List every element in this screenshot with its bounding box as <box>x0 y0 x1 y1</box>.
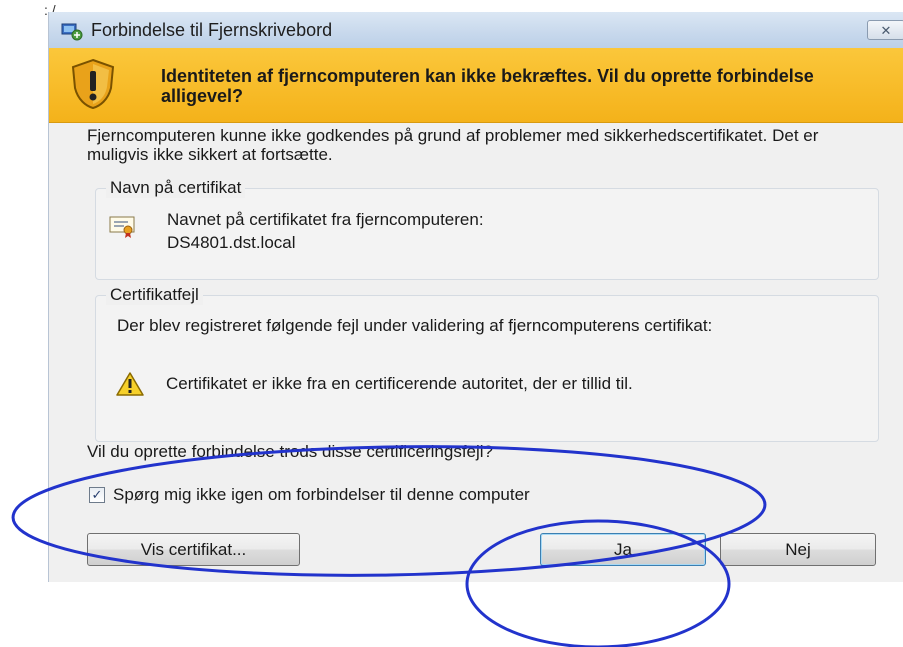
warning-heading: Identiteten af fjerncomputeren kan ikke … <box>161 66 814 106</box>
warning-banner: Identiteten af fjerncomputeren kan ikke … <box>49 48 903 123</box>
warning-triangle-icon <box>116 372 144 396</box>
remote-desktop-icon <box>61 23 83 41</box>
rdp-certificate-dialog: Forbindelse til Fjernskrivebord ✕ Identi… <box>48 12 903 582</box>
view-certificate-button[interactable]: Vis certifikat... <box>87 533 300 566</box>
certificate-name-legend: Navn på certifikat <box>106 178 246 198</box>
dont-ask-again-label[interactable]: Spørg mig ikke igen om forbindelser til … <box>113 485 530 505</box>
shield-warning-icon <box>71 58 115 110</box>
certificate-name-group: Navn på certifikat Navnet på certifikate… <box>95 178 879 280</box>
dont-ask-again-checkbox[interactable]: ✓ <box>89 487 105 503</box>
window-title: Forbindelse til Fjernskrivebord <box>91 20 333 40</box>
checkmark-icon: ✓ <box>91 487 103 502</box>
description-text: Fjerncomputeren kunne ikke godkendes på … <box>87 126 819 164</box>
connect-question: Vil du oprette forbindelse trods disse c… <box>87 442 494 461</box>
certificate-error-detail: Certifikatet er ikke fra en certificeren… <box>166 374 633 393</box>
certificate-name-text: Navnet på certifikatet fra fjerncomputer… <box>167 208 484 254</box>
certificate-error-legend: Certifikatfejl <box>106 285 203 305</box>
close-button[interactable]: ✕ <box>867 20 903 40</box>
no-button[interactable]: Nej <box>720 533 876 566</box>
certificate-icon <box>109 216 135 238</box>
certificate-error-text: Der blev registreret følgende fejl under… <box>117 316 713 335</box>
close-icon: ✕ <box>880 23 892 38</box>
yes-button[interactable]: Ja <box>540 533 706 566</box>
certificate-name-value: DS4801.dst.local <box>167 233 296 252</box>
certificate-error-group: Certifikatfejl Der blev registreret følg… <box>95 285 879 442</box>
title-bar[interactable]: Forbindelse til Fjernskrivebord ✕ <box>49 12 903 48</box>
certificate-name-line1: Navnet på certifikatet fra fjerncomputer… <box>167 210 484 229</box>
